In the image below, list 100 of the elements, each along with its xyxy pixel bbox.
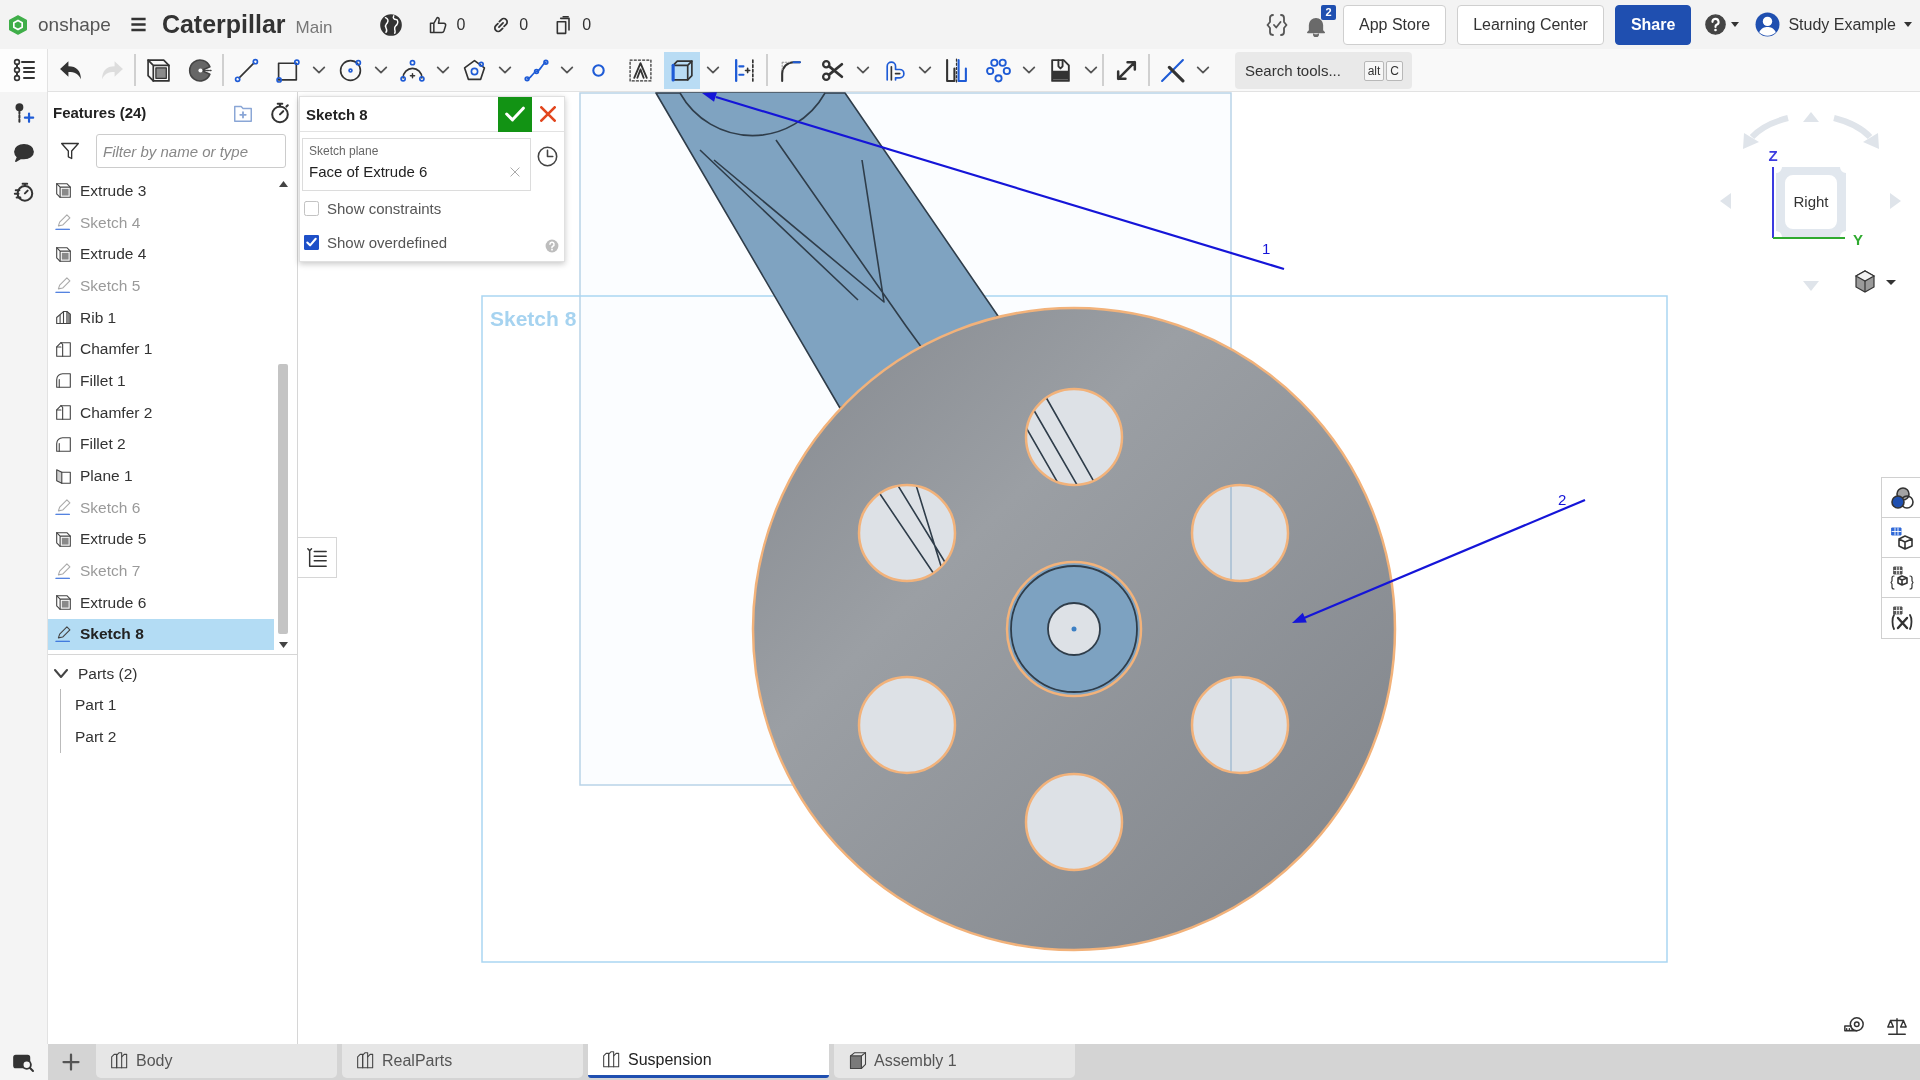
circles-icon: [985, 57, 1011, 83]
checkbox-label[interactable]: Show constraints: [327, 199, 442, 217]
branch-label: Main: [295, 17, 333, 38]
checkbox[interactable]: [304, 234, 319, 250]
rounded-corner-icon: [55, 372, 72, 390]
balance-scale-icon[interactable]: [1885, 1016, 1909, 1038]
help-menu-button[interactable]: [1705, 14, 1740, 35]
list-toggle-button[interactable]: [298, 537, 337, 578]
stopwatch-icon[interactable]: [269, 101, 291, 124]
part-item[interactable]: Part 2: [75, 721, 297, 753]
copies-count: 0: [582, 15, 592, 34]
header-button[interactable]: App Store: [1343, 4, 1447, 45]
document-tab[interactable]: Assembly 1: [834, 1044, 1075, 1078]
user-menu-button[interactable]: Study Example: [1755, 12, 1912, 37]
menu-icon[interactable]: [128, 15, 148, 34]
annotation-label: 2: [1558, 491, 1567, 508]
logo-icon: [8, 13, 28, 36]
parts-group[interactable]: Parts (2): [48, 659, 297, 689]
feature-item[interactable]: Extrude 5: [48, 523, 274, 556]
funnel-icon[interactable]: [60, 141, 80, 161]
feature-item[interactable]: Chamfer 1: [48, 333, 274, 366]
field-label: Sketch plane: [309, 144, 380, 158]
box-icon: [55, 530, 72, 548]
cut-corner-icon: [55, 340, 72, 358]
header-button[interactable]: Learning Center: [1457, 4, 1604, 45]
mirror-icon: [943, 57, 969, 83]
chevron-icon[interactable]: [312, 66, 326, 74]
feature-item[interactable]: Plane 1: [48, 460, 274, 492]
axis-label: Y: [1853, 231, 1863, 248]
box-icon: [55, 182, 72, 200]
feature-item[interactable]: Extrude 3: [48, 175, 274, 207]
chevron-icon[interactable]: [706, 66, 720, 74]
chevron-icon[interactable]: [1084, 66, 1098, 74]
text-frame-icon: [627, 57, 653, 83]
axis-label: Z: [1768, 147, 1778, 164]
history-clock-icon[interactable]: [537, 146, 558, 167]
cut-corner-icon: [55, 404, 72, 422]
annotation-label: 1: [1262, 240, 1271, 257]
chevron-icon[interactable]: [918, 66, 932, 74]
box-icon: [55, 245, 72, 263]
cube-icon[interactable]: [1854, 270, 1876, 293]
pencil-icon: [55, 625, 72, 643]
links-count: 0: [519, 15, 529, 34]
grid-function-icon: [1889, 606, 1914, 630]
caret-icon[interactable]: [1886, 280, 1896, 285]
document-tab[interactable]: RealParts: [342, 1044, 583, 1078]
boxes-icon: [602, 1049, 622, 1070]
part-item[interactable]: Part 1: [75, 689, 297, 721]
chevron-icon[interactable]: [436, 66, 450, 74]
feature-item[interactable]: Extrude 4: [48, 238, 274, 271]
scroll-up-icon[interactable]: [278, 181, 288, 187]
variable-braces-icon[interactable]: [1265, 12, 1289, 37]
pencil-icon: [55, 277, 72, 295]
pencil-icon: [55, 214, 72, 232]
feature-item[interactable]: Rib 1: [48, 301, 274, 334]
globe-icon[interactable]: [380, 13, 403, 36]
list-icon: [306, 546, 328, 569]
feature-item[interactable]: Sketch 8: [48, 618, 274, 651]
document-tab[interactable]: Suspension: [588, 1044, 829, 1078]
feature-item[interactable]: Extrude 6: [48, 586, 274, 619]
feature-item[interactable]: Chamfer 2: [48, 396, 274, 429]
chevron-icon[interactable]: [1022, 66, 1036, 74]
chevron-icon[interactable]: [498, 66, 512, 74]
header-button[interactable]: Share: [1614, 4, 1692, 45]
avatar-icon: [1755, 12, 1781, 37]
chevron-icon[interactable]: [374, 66, 388, 74]
filter-input[interactable]: Filter by name or type: [96, 134, 286, 168]
overlapping-circles-icon: [1889, 485, 1914, 510]
help-icon: [1705, 14, 1727, 35]
scroll-down-icon[interactable]: [278, 642, 288, 648]
chevron-icon[interactable]: [560, 66, 574, 74]
feature-item[interactable]: Fillet 1: [48, 365, 274, 397]
grid-cube-icon: [1889, 525, 1914, 550]
crossed-lines-icon: [1159, 57, 1185, 83]
likes-count: 0: [456, 15, 466, 34]
checkbox-label[interactable]: Show overdefined: [327, 233, 448, 251]
document-tab[interactable]: Body: [96, 1044, 337, 1078]
pencil-icon: [55, 562, 72, 580]
thumbs-up-icon[interactable]: [428, 14, 449, 35]
confirm-button[interactable]: [498, 96, 532, 132]
view-cube[interactable]: [1776, 167, 1846, 237]
scissors-icon: [819, 57, 845, 83]
speech-bubble-icon[interactable]: [12, 142, 35, 164]
checkbox[interactable]: [304, 200, 319, 216]
stopwatch-icon[interactable]: [12, 181, 35, 203]
boxes-icon: [110, 1051, 130, 1071]
check-icon: [505, 104, 525, 124]
feature-item[interactable]: Fillet 2: [48, 428, 274, 461]
chevron-icon[interactable]: [856, 66, 870, 74]
chevron-icon[interactable]: [1196, 66, 1210, 74]
use-tool-button[interactable]: [664, 51, 700, 89]
rectangle-icon: [275, 57, 301, 83]
tree-list-icon[interactable]: [11, 58, 36, 82]
sketch-plane-field[interactable]: Sketch plane Face of Extrude 6: [302, 138, 531, 191]
view-cube-label[interactable]: Right: [1793, 193, 1829, 210]
rounded-corner-icon: [55, 435, 72, 453]
brand-name: onshape: [38, 13, 111, 36]
plane-icon: [55, 467, 72, 485]
document-title: Caterpillar: [161, 10, 286, 39]
panel-title: Features (24): [53, 104, 148, 121]
